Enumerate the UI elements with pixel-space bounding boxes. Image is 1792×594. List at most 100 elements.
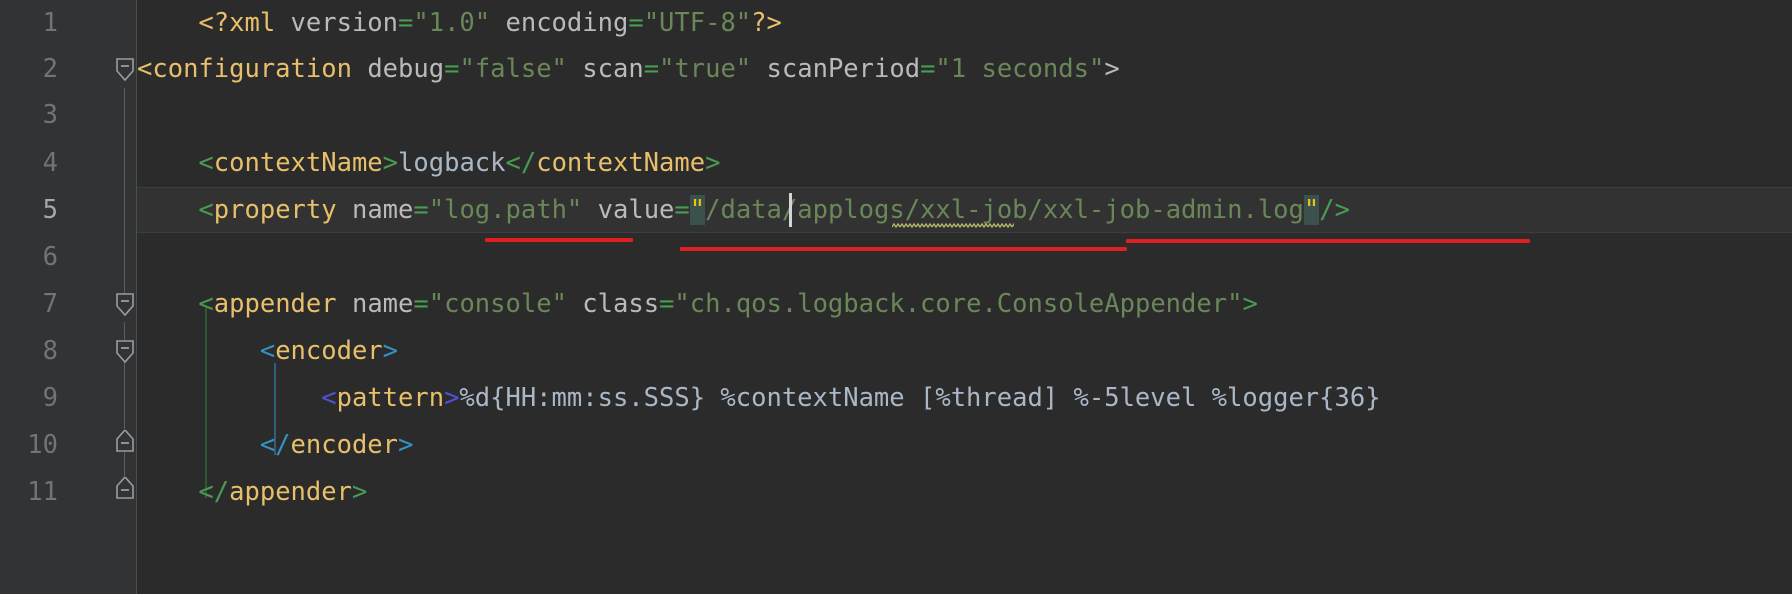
code-token: appender	[213, 289, 337, 319]
code-token: contextName	[536, 148, 706, 178]
code-token: >	[1242, 289, 1258, 319]
code-token: "log.path"	[428, 195, 583, 225]
code-token: =	[413, 195, 429, 225]
code-token: value	[597, 195, 675, 225]
code-token: "false"	[459, 54, 567, 84]
code-line-current[interactable]: <property name="log.path" value="/data/a…	[137, 187, 1350, 233]
code-line[interactable]: <pattern>%d{HH:mm:ss.SSS} %contextName […	[137, 375, 1381, 421]
code-token: </	[505, 148, 537, 178]
spellcheck-squiggle	[892, 222, 1014, 229]
code-token: contextName	[213, 148, 383, 178]
code-token: version	[290, 8, 399, 38]
line-number: 11	[27, 477, 58, 507]
code-token: />	[1319, 195, 1350, 225]
code-token: scanPeriod	[766, 54, 921, 84]
line-number: 3	[42, 100, 58, 130]
code-token: appender	[229, 477, 352, 507]
code-token: =	[920, 54, 936, 84]
code-token: "	[1303, 195, 1320, 225]
line-number: 1	[42, 8, 58, 38]
code-token: >	[382, 336, 399, 366]
annotation-underline-file-path	[680, 247, 1127, 251]
code-token: =	[444, 54, 460, 84]
code-token: <	[321, 383, 337, 413]
code-token: >	[444, 383, 460, 413]
code-token: <	[198, 289, 214, 319]
code-line[interactable]: <contextName>logback</contextName>	[137, 140, 720, 186]
code-token: encoding	[505, 8, 629, 38]
line-number: 2	[42, 54, 58, 84]
code-token: property	[213, 195, 337, 225]
code-token: scan	[582, 54, 644, 84]
line-number: 6	[42, 242, 58, 272]
fold-connector-line	[124, 88, 125, 300]
code-line[interactable]: <encoder>	[137, 328, 398, 374]
fold-collapse-icon[interactable]	[113, 290, 137, 336]
code-content[interactable]: <?xml version="1.0" encoding="UTF-8"?> <…	[137, 0, 1792, 594]
line-number: 5	[42, 195, 58, 225]
code-token: =	[413, 289, 429, 319]
code-token: <	[198, 148, 214, 178]
code-token: name	[351, 195, 414, 225]
line-number: 10	[27, 430, 58, 460]
code-line[interactable]: <configuration debug="false" scan="true"…	[137, 46, 1120, 92]
fold-collapse-icon[interactable]	[113, 55, 137, 101]
code-token: pattern	[336, 383, 445, 413]
code-token: encoder	[290, 430, 399, 460]
code-token: <?xml	[198, 8, 276, 38]
code-line[interactable]: </encoder>	[137, 422, 414, 468]
line-number: 8	[42, 336, 58, 366]
code-token: =	[659, 289, 675, 319]
text-caret	[789, 193, 792, 227]
line-number: 4	[42, 148, 58, 178]
code-token: class	[582, 289, 660, 319]
code-line[interactable]: <?xml version="1.0" encoding="UTF-8"?>	[137, 0, 782, 46]
code-token: "ch.qos.logback.core.ConsoleAppender"	[674, 289, 1243, 319]
code-editor[interactable]: 1 2 3 4 5 6 7 8 9 10 11 <?xml version="1…	[0, 0, 1792, 594]
code-token: >	[382, 148, 399, 178]
code-line[interactable]: </appender>	[137, 469, 367, 515]
code-token: >	[705, 148, 721, 178]
code-token: "1.0"	[413, 8, 491, 38]
code-token: =	[643, 54, 660, 84]
fold-end-icon[interactable]	[113, 477, 137, 523]
code-token: ?>	[751, 8, 782, 38]
code-token: >	[398, 430, 414, 460]
code-token: =	[674, 195, 690, 225]
annotation-underline-file-path-tail	[1126, 239, 1530, 243]
code-token: </	[259, 430, 291, 460]
code-token: debug	[367, 54, 445, 84]
fold-collapse-icon[interactable]	[113, 337, 137, 383]
code-token: "	[689, 195, 706, 225]
code-token: <	[259, 336, 276, 366]
code-token: configuration	[152, 54, 352, 84]
code-token: "1 seconds"	[935, 54, 1105, 84]
code-token: "true"	[659, 54, 752, 84]
code-token: %d{HH:mm:ss.SSS} %contextName [%thread] …	[459, 383, 1381, 413]
code-token: =	[398, 8, 414, 38]
fold-end-icon[interactable]	[113, 430, 137, 476]
code-token: /data/applogs/xxl-job/xxl-job-admin.log	[705, 195, 1304, 225]
code-line[interactable]: <appender name="console" class="ch.qos.l…	[137, 281, 1258, 327]
code-token: >	[1104, 54, 1120, 84]
code-token: name	[351, 289, 414, 319]
code-token: </	[198, 477, 230, 507]
line-number: 9	[42, 383, 58, 413]
code-token: "console"	[428, 289, 567, 319]
